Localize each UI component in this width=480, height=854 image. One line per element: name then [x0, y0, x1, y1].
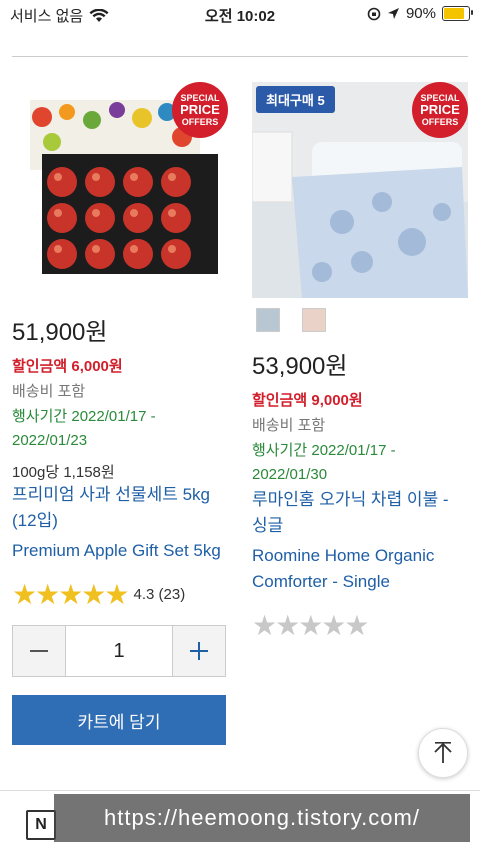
discount-amount: 할인금액 9,000원: [252, 392, 363, 409]
minus-icon: [30, 650, 48, 652]
apple-shape: [161, 203, 191, 233]
quantity-input[interactable]: 1: [65, 626, 173, 676]
scroll-to-top-button[interactable]: [418, 728, 468, 778]
product-name-korean[interactable]: 프리미엄 사과 선물세트 5kg (12입): [12, 482, 228, 534]
apple-shape: [47, 203, 77, 233]
product-image-apple[interactable]: SPECIAL PRICE OFFERS: [12, 82, 228, 298]
apple-highlight: [168, 209, 176, 217]
shipping-info: 배송비 포함: [252, 417, 326, 434]
location-icon: [387, 8, 399, 19]
arrow-up-icon: [434, 742, 452, 763]
shipping-info: 배송비 포함: [12, 383, 86, 400]
apple-shape: [123, 167, 153, 197]
color-swatch-pink[interactable]: [302, 308, 326, 332]
decrease-quantity-button[interactable]: [13, 626, 65, 676]
bottom-navigation: N https://heemoong.tistory.com/: [0, 792, 480, 854]
special-price-badge: SPECIAL PRICE OFFERS: [172, 82, 228, 138]
apple-shape: [47, 167, 77, 197]
apple-highlight: [92, 173, 100, 181]
unit-price: 100g당 1,158원: [12, 464, 115, 481]
promotion-period: 행사기간 2022/01/17 - 2022/01/23: [12, 408, 156, 449]
apple-shape: [123, 203, 153, 233]
promotion-period: 행사기간 2022/01/17 - 2022/01/30: [252, 442, 396, 483]
increase-quantity-button[interactable]: [173, 626, 225, 676]
apple-highlight: [168, 245, 176, 253]
apple-highlight: [168, 173, 176, 181]
special-price-badge: SPECIAL PRICE OFFERS: [412, 82, 468, 138]
apple-highlight: [54, 173, 62, 181]
rotation-lock-icon: [367, 7, 381, 20]
apple-highlight: [54, 245, 62, 253]
rating-text: 4.3 (23): [133, 586, 186, 603]
star-rating-icon: ★★★★★: [252, 610, 370, 641]
apple-shape: [85, 167, 115, 197]
apple-shape: [161, 239, 191, 269]
divider: [0, 790, 480, 791]
discount-amount: 할인금액 6,000원: [12, 358, 123, 375]
apple-highlight: [92, 209, 100, 217]
apple-shape: [85, 239, 115, 269]
status-bar: 서비스 없음 오전 10:02 90%: [0, 0, 480, 28]
battery-percent: 90%: [405, 5, 436, 22]
color-swatches: [256, 308, 468, 332]
divider: [12, 56, 468, 57]
apple-highlight: [54, 209, 62, 217]
apple-highlight: [92, 245, 100, 253]
color-swatch-blue[interactable]: [256, 308, 280, 332]
product-name-korean[interactable]: 루마인홈 오가닉 차렵 이불 - 싱글: [252, 487, 468, 539]
product-price: 53,900원: [252, 353, 348, 380]
product-card-comforter: 최대구매 5 SPECIAL PRICE OFFERS 53,900원 할인금액…: [252, 82, 468, 642]
product-name-english[interactable]: Roomine Home Organic Comforter - Single: [252, 543, 468, 595]
quantity-stepper: 1: [12, 625, 226, 677]
rating: ★★★★★: [252, 609, 468, 642]
add-to-cart-button[interactable]: 카트에 담기: [12, 695, 226, 745]
battery-icon: [442, 6, 473, 21]
apple-shape: [161, 167, 191, 197]
apple-highlight: [130, 173, 138, 181]
max-purchase-badge: 최대구매 5: [256, 86, 335, 113]
naver-icon[interactable]: N: [26, 810, 56, 840]
apple-shape: [47, 239, 77, 269]
plus-icon: [190, 642, 208, 660]
star-rating-icon: ★★★★★: [12, 579, 130, 610]
product-price: 51,900원: [12, 319, 108, 346]
product-name-english[interactable]: Premium Apple Gift Set 5kg: [12, 538, 228, 564]
apple-highlight: [130, 209, 138, 217]
apple-shape: [123, 239, 153, 269]
product-card-apple: SPECIAL PRICE OFFERS 51,900원 할인금액 6,000원…: [12, 82, 228, 745]
rating: ★★★★★ 4.3 (23): [12, 578, 228, 611]
watermark-text: https://heemoong.tistory.com/: [54, 794, 470, 842]
apple-highlight: [130, 245, 138, 253]
product-image-comforter[interactable]: 최대구매 5 SPECIAL PRICE OFFERS: [252, 82, 468, 298]
apple-shape: [85, 203, 115, 233]
